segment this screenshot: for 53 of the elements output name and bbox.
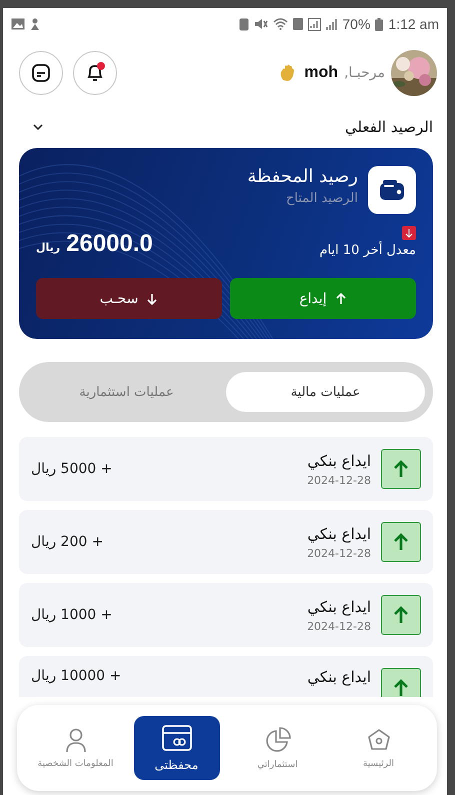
transaction-amount: + 1000 ريال bbox=[31, 607, 112, 623]
arrow-up-icon bbox=[381, 668, 421, 697]
clock: 1:12 am bbox=[388, 16, 439, 32]
transaction-amount: + 5000 ريال bbox=[31, 461, 112, 477]
arrow-down-icon bbox=[146, 292, 158, 304]
balance-type-label[interactable]: الرصيد الفعلي bbox=[345, 118, 433, 136]
card-icon bbox=[160, 724, 192, 752]
nav-item[interactable]: محفظتى bbox=[134, 716, 220, 780]
nav-item[interactable]: الرئيسية bbox=[336, 716, 422, 780]
card-title: رصيد المحفظة bbox=[247, 166, 358, 187]
balance-amount: 26000.0 bbox=[66, 230, 153, 258]
arrow-up-icon bbox=[381, 595, 421, 635]
currency-label: ريال bbox=[36, 241, 60, 254]
signal-icon bbox=[326, 18, 338, 30]
arrow-up-icon bbox=[334, 292, 347, 304]
mute-icon bbox=[254, 18, 268, 30]
home-icon bbox=[366, 727, 392, 753]
pie-chart-icon bbox=[264, 726, 292, 754]
deposit-button[interactable]: إيداع bbox=[230, 278, 416, 319]
wallet-icon bbox=[379, 179, 405, 201]
arrow-up-icon bbox=[381, 449, 421, 489]
transaction-amount: + 200 ريال bbox=[31, 534, 104, 550]
transaction-title: ايداع بنكي bbox=[307, 452, 371, 470]
transaction-date: 2024-12-28 bbox=[307, 546, 371, 560]
user-name: moh bbox=[304, 64, 338, 82]
greeting-text: مرحبـا, bbox=[344, 65, 385, 81]
transaction-title: ايداع بنكي bbox=[307, 598, 371, 616]
nav-item[interactable]: المعلومات الشخصية bbox=[32, 716, 118, 780]
nav-item[interactable]: استثماراتي bbox=[234, 716, 320, 780]
battery-icon bbox=[375, 18, 384, 30]
transaction-row[interactable]: ايداع بنكي + 10000 ريال bbox=[19, 656, 433, 697]
period-text: معدل أخر 10 ايام bbox=[319, 243, 416, 258]
image-icon bbox=[11, 18, 25, 30]
signal-icon bbox=[308, 18, 322, 30]
card-subtitle: الرصيد المتاح bbox=[284, 191, 358, 206]
transaction-amount: + 10000 ريال bbox=[31, 668, 122, 684]
transaction-title: ايداع بنكي bbox=[307, 524, 371, 542]
chevron-down-icon[interactable] bbox=[33, 124, 43, 130]
notifications-button[interactable] bbox=[73, 51, 117, 95]
tab[interactable]: عمليات مالية bbox=[226, 372, 425, 412]
transaction-title: ايداع بنكي bbox=[307, 668, 371, 686]
sim-icon bbox=[293, 18, 304, 30]
withdraw-button[interactable]: سحـب bbox=[36, 278, 222, 319]
figure-icon bbox=[30, 18, 40, 30]
transaction-date: 2024-12-28 bbox=[307, 474, 371, 486]
transaction-date: 2024-12-28 bbox=[307, 620, 371, 632]
sim-icon bbox=[239, 18, 250, 30]
wifi-icon bbox=[273, 18, 288, 30]
message-icon bbox=[31, 63, 51, 83]
arrow-up-icon bbox=[381, 522, 421, 562]
battery-percent: 70% bbox=[342, 16, 370, 32]
person-icon bbox=[64, 727, 88, 753]
messages-button[interactable] bbox=[19, 51, 63, 95]
